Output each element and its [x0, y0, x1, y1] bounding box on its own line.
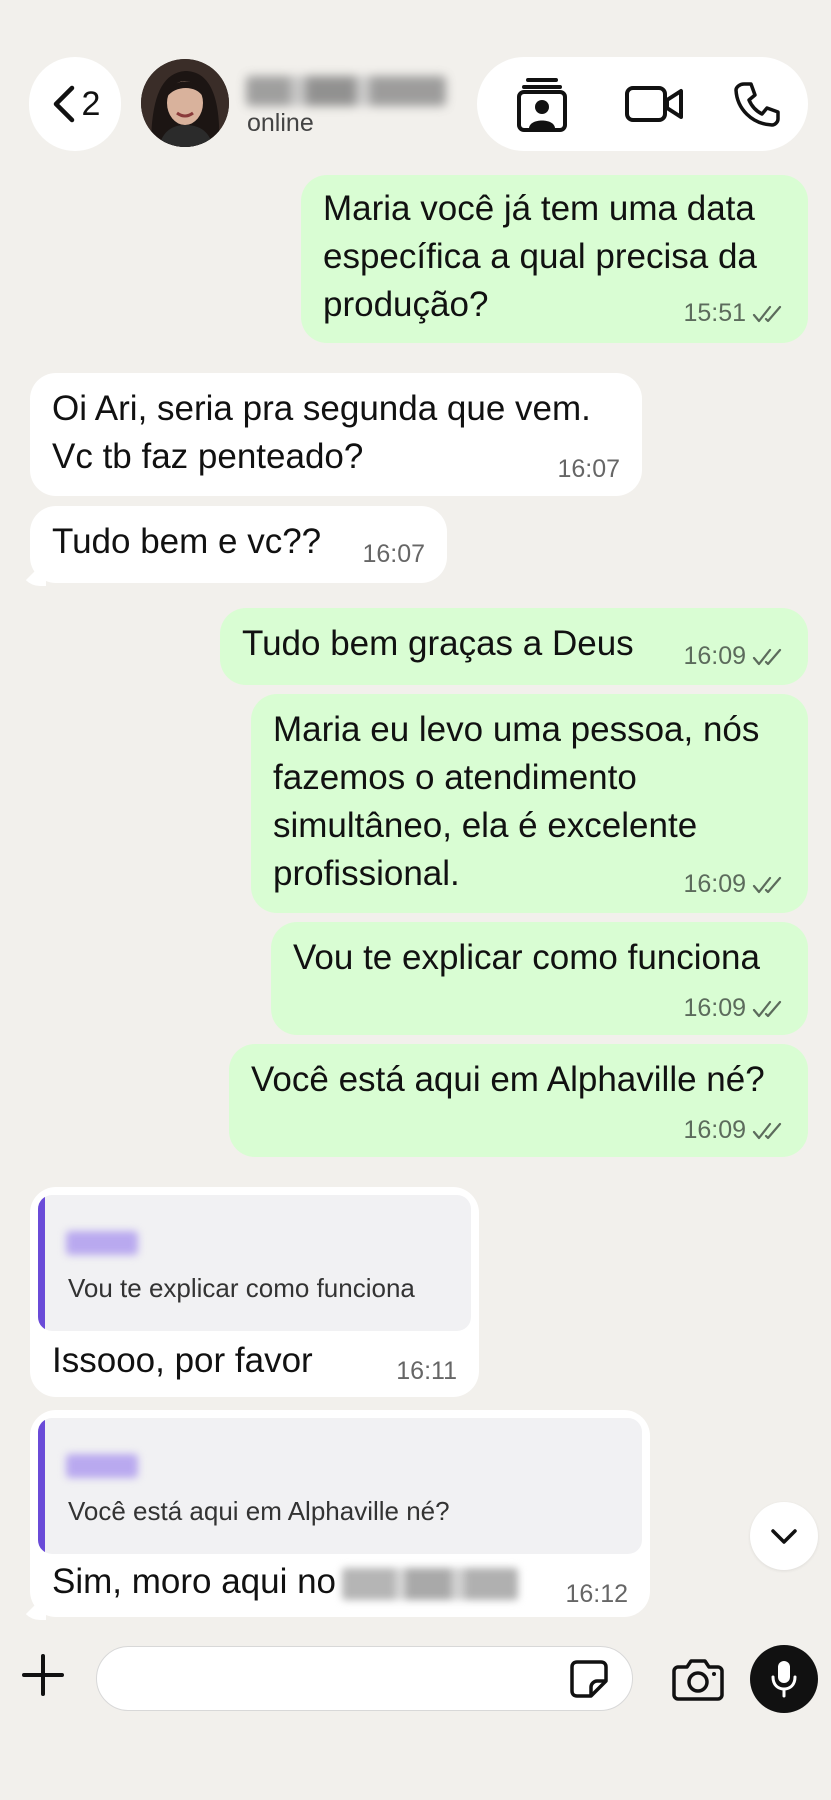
avatar-photo	[141, 59, 229, 147]
camera-icon	[672, 1659, 724, 1701]
message-outgoing[interactable]: Vou te explicar como funciona 16:09	[271, 922, 808, 1035]
video-call-button[interactable]	[614, 57, 694, 151]
message-time: 16:09	[683, 870, 746, 898]
message-time: 16:09	[683, 642, 746, 670]
contact-card-icon	[517, 78, 567, 132]
message-time: 16:11	[396, 1357, 457, 1385]
sticker-button[interactable]	[566, 1656, 612, 1702]
quote-author-redacted	[66, 1231, 138, 1255]
message-incoming[interactable]: Tudo bem e vc?? 16:07	[30, 506, 447, 583]
message-input[interactable]	[96, 1646, 633, 1711]
message-outgoing[interactable]: Tudo bem graças a Deus 16:09	[220, 608, 808, 685]
voice-message-button[interactable]	[750, 1645, 818, 1713]
message-time: 15:51	[683, 299, 746, 327]
contact-card-button[interactable]	[507, 57, 577, 151]
message-time: 16:12	[565, 1580, 628, 1608]
read-receipt-icon	[752, 305, 782, 322]
chevron-down-icon	[771, 1529, 797, 1544]
plus-icon	[22, 1654, 64, 1696]
quote-author-redacted	[66, 1454, 138, 1478]
voice-call-button[interactable]	[722, 57, 792, 151]
read-receipt-icon	[752, 648, 782, 665]
attach-button[interactable]	[18, 1650, 68, 1700]
message-incoming-reply[interactable]: Vou te explicar como funciona Issooo, po…	[30, 1187, 479, 1397]
message-time: 16:09	[683, 994, 746, 1022]
microphone-icon	[771, 1661, 797, 1698]
quoted-message[interactable]: Vou te explicar como funciona	[38, 1195, 471, 1331]
message-time: 16:09	[683, 1116, 746, 1144]
contact-name-redacted[interactable]	[246, 76, 446, 106]
message-text: Sim, moro aqui no	[52, 1562, 337, 1601]
video-call-icon	[625, 86, 683, 122]
phone-icon	[734, 82, 780, 127]
read-receipt-icon	[752, 1122, 782, 1139]
message-outgoing[interactable]: Você está aqui em Alphaville né? 16:09	[229, 1044, 808, 1157]
scroll-to-bottom-button[interactable]	[750, 1502, 818, 1570]
message-outgoing[interactable]: Maria você já tem uma data específica a …	[301, 175, 808, 343]
message-time: 16:07	[557, 455, 620, 483]
message-time: 16:07	[362, 540, 425, 568]
message-outgoing[interactable]: Maria eu levo uma pessoa, nós fazemos o …	[251, 694, 808, 913]
sticker-icon	[570, 1660, 608, 1698]
contact-status: online	[247, 109, 314, 137]
call-actions	[477, 57, 808, 151]
avatar[interactable]	[141, 59, 229, 147]
read-receipt-icon	[752, 876, 782, 893]
unread-count: 2	[81, 84, 101, 123]
camera-button[interactable]	[670, 1652, 726, 1706]
quote-bar	[38, 1195, 45, 1331]
back-button[interactable]: 2	[29, 57, 121, 151]
quoted-message[interactable]: Você está aqui em Alphaville né?	[38, 1418, 642, 1554]
message-incoming[interactable]: Oi Ari, seria pra segunda que vem. Vc tb…	[30, 373, 642, 496]
quote-bar	[38, 1418, 45, 1554]
redacted-location	[342, 1567, 519, 1600]
chevron-left-icon	[53, 85, 74, 123]
read-receipt-icon	[752, 1000, 782, 1017]
message-incoming-reply[interactable]: Você está aqui em Alphaville né? Sim, mo…	[30, 1410, 650, 1617]
